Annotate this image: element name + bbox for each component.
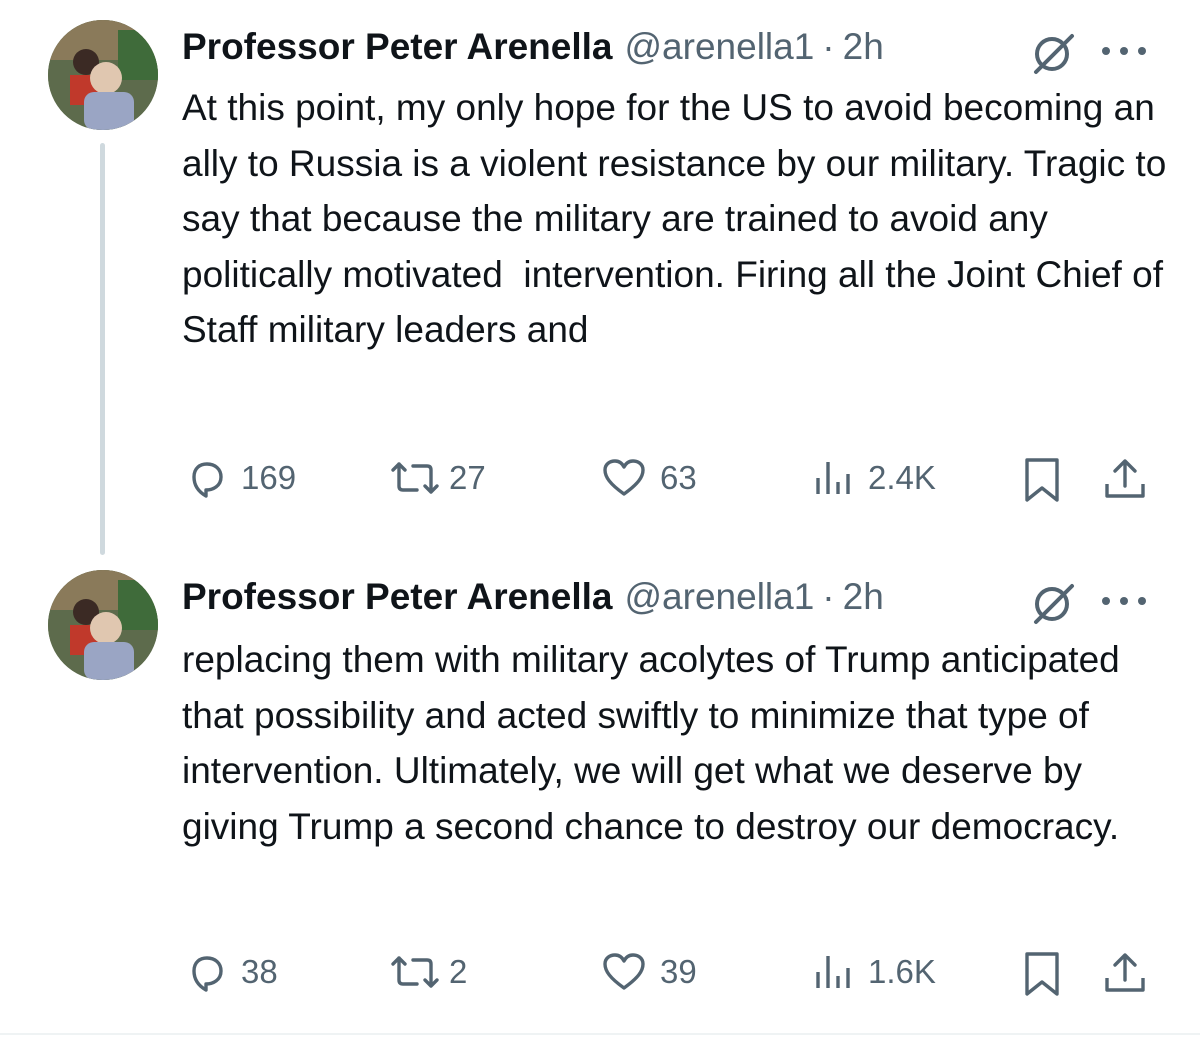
timestamp[interactable]: 2h xyxy=(843,576,884,618)
author-handle[interactable]: @arenella1 xyxy=(625,576,815,618)
tweet[interactable]: Professor Peter Arenella @arenella1 · 2h… xyxy=(0,560,1200,1030)
more-icon[interactable] xyxy=(1102,36,1146,66)
share-icon xyxy=(1105,459,1145,498)
reply-button[interactable]: 38 xyxy=(185,950,278,994)
repost-icon xyxy=(391,462,439,494)
tweet-header: Professor Peter Arenella @arenella1 · 2h xyxy=(182,572,884,622)
thread-connector xyxy=(100,143,105,555)
divider xyxy=(0,1033,1200,1035)
avatar-photo xyxy=(48,20,158,130)
views-count: 2.4K xyxy=(868,459,936,496)
views-icon xyxy=(816,956,850,988)
like-button[interactable]: 63 xyxy=(600,456,697,500)
reply-icon xyxy=(192,956,223,992)
like-button[interactable]: 39 xyxy=(600,950,697,994)
repost-icon xyxy=(391,956,439,988)
timestamp[interactable]: 2h xyxy=(843,26,884,68)
like-count: 39 xyxy=(660,953,697,990)
reply-button[interactable]: 169 xyxy=(185,456,296,500)
repost-count: 27 xyxy=(449,459,486,496)
tweet[interactable]: Professor Peter Arenella @arenella1 · 2h… xyxy=(0,0,1200,560)
bookmark-button[interactable] xyxy=(1022,950,1062,998)
reply-icon xyxy=(192,462,223,498)
views-count: 1.6K xyxy=(868,953,936,990)
repost-count: 2 xyxy=(449,953,468,990)
views-icon xyxy=(816,462,850,494)
author-name[interactable]: Professor Peter Arenella xyxy=(182,26,613,68)
tweet-header: Professor Peter Arenella @arenella1 · 2h xyxy=(182,22,884,72)
grok-icon[interactable] xyxy=(1030,30,1076,76)
share-icon xyxy=(1105,953,1145,992)
separator-dot: · xyxy=(822,576,835,617)
repost-button[interactable]: 2 xyxy=(387,950,467,994)
share-button[interactable] xyxy=(1102,950,1148,996)
heart-icon xyxy=(603,953,645,990)
avatar-photo xyxy=(48,570,158,680)
like-count: 63 xyxy=(660,459,697,496)
share-button[interactable] xyxy=(1102,456,1148,502)
separator-dot: · xyxy=(822,26,835,67)
heart-icon xyxy=(603,459,645,496)
views-button[interactable]: 2.4K xyxy=(812,456,936,500)
grok-icon[interactable] xyxy=(1030,580,1076,626)
bookmark-button[interactable] xyxy=(1022,456,1062,504)
reply-count: 169 xyxy=(241,459,297,496)
repost-button[interactable]: 27 xyxy=(387,456,486,500)
views-button[interactable]: 1.6K xyxy=(812,950,936,994)
author-name[interactable]: Professor Peter Arenella xyxy=(182,576,613,618)
more-icon[interactable] xyxy=(1102,586,1146,616)
bookmark-icon xyxy=(1025,952,1059,996)
tweet-text: At this point, my only hope for the US t… xyxy=(182,87,1177,350)
avatar[interactable] xyxy=(48,570,158,680)
bookmark-icon xyxy=(1025,458,1059,502)
tweet-text: replacing them with military acolytes of… xyxy=(182,639,1131,847)
avatar[interactable] xyxy=(48,20,158,130)
author-handle[interactable]: @arenella1 xyxy=(625,26,815,68)
reply-count: 38 xyxy=(241,953,278,990)
